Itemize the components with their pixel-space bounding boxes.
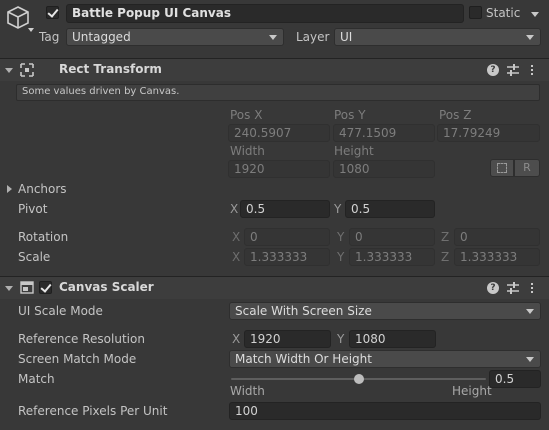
gameobject-cube-icon[interactable] bbox=[5, 4, 35, 34]
layer-dropdown[interactable]: UI bbox=[334, 28, 541, 46]
ui-scale-mode-dropdown[interactable]: Scale With Screen Size bbox=[229, 302, 541, 320]
match-slider-thumb[interactable] bbox=[353, 374, 364, 384]
ref-res-x-field[interactable]: 1920 bbox=[244, 330, 331, 348]
screen-match-mode-label: Screen Match Mode bbox=[18, 352, 137, 366]
anchors-label[interactable]: Anchors bbox=[18, 182, 67, 196]
blueprint-icon bbox=[497, 163, 507, 173]
check-icon bbox=[40, 281, 52, 293]
driven-info-box: Some values driven by Canvas. bbox=[16, 84, 540, 101]
canvas-scaler-header[interactable]: Canvas Scaler ? bbox=[0, 276, 549, 299]
pos-x-field: 240.5907 bbox=[228, 124, 330, 142]
tag-value: Untagged bbox=[72, 30, 131, 44]
width-field: 1920 bbox=[228, 160, 330, 178]
pivot-y-field[interactable]: 0.5 bbox=[345, 200, 435, 218]
tag-label: Tag bbox=[39, 30, 60, 44]
object-name-input[interactable]: Battle Popup UI Canvas bbox=[66, 4, 464, 23]
ref-res-y-field[interactable]: 1080 bbox=[349, 330, 436, 348]
rotation-x-field: 0 bbox=[244, 228, 330, 246]
presets-icon[interactable] bbox=[506, 281, 520, 295]
canvas-scaler-enabled-checkbox[interactable] bbox=[39, 281, 52, 294]
rotation-y-axis: Y bbox=[337, 230, 345, 244]
blueprint-mode-button[interactable] bbox=[490, 159, 514, 177]
chevron-down-icon bbox=[526, 35, 534, 40]
rect-transform-header[interactable]: Rect Transform ? bbox=[0, 58, 549, 81]
pos-y-field: 477.1509 bbox=[333, 124, 435, 142]
pos-x-label: Pos X bbox=[230, 108, 263, 122]
pos-z-field: 17.79249 bbox=[437, 124, 540, 142]
kebab-menu-icon[interactable] bbox=[531, 283, 534, 295]
screen-match-mode-value: Match Width Or Height bbox=[235, 352, 372, 366]
raw-edit-label: R bbox=[523, 161, 531, 174]
rect-transform-icon bbox=[20, 63, 34, 77]
rotation-z-field: 0 bbox=[454, 228, 540, 246]
layer-label: Layer bbox=[296, 30, 330, 44]
anchors-foldout-icon[interactable] bbox=[7, 185, 12, 193]
active-checkbox[interactable] bbox=[46, 6, 59, 19]
check-icon bbox=[47, 6, 59, 18]
rotation-z-axis: Z bbox=[441, 230, 450, 244]
chevron-down-icon bbox=[269, 35, 277, 40]
ref-res-x-axis[interactable]: X bbox=[232, 332, 240, 346]
canvas-scaler-icon bbox=[20, 281, 34, 294]
rotation-x-axis: X bbox=[232, 230, 241, 244]
static-dropdown-icon[interactable] bbox=[531, 12, 539, 17]
pivot-x-axis[interactable]: X bbox=[230, 202, 238, 216]
canvas-scaler-title: Canvas Scaler bbox=[59, 280, 154, 294]
pivot-x-field[interactable]: 0.5 bbox=[240, 200, 330, 218]
height-label: Height bbox=[334, 144, 374, 158]
ref-res-y-axis[interactable]: Y bbox=[337, 332, 344, 346]
rotation-label: Rotation bbox=[18, 230, 69, 244]
raw-edit-button[interactable]: R bbox=[514, 159, 540, 177]
match-value-field[interactable]: 0.5 bbox=[489, 370, 541, 388]
match-label: Match bbox=[18, 372, 55, 386]
help-icon[interactable]: ? bbox=[487, 282, 499, 294]
help-icon[interactable]: ? bbox=[487, 64, 499, 76]
foldout-icon[interactable] bbox=[5, 68, 13, 73]
ui-scale-mode-label: UI Scale Mode bbox=[18, 304, 103, 318]
static-label: Static bbox=[486, 6, 521, 20]
presets-icon[interactable] bbox=[506, 63, 520, 77]
scale-z-axis: Z bbox=[441, 250, 450, 264]
tag-dropdown[interactable]: Untagged bbox=[66, 28, 284, 46]
scale-x-field: 1.333333 bbox=[244, 248, 330, 266]
reference-pixels-per-unit-field[interactable]: 100 bbox=[229, 402, 541, 420]
reference-pixels-per-unit-label: Reference Pixels Per Unit bbox=[18, 404, 168, 418]
foldout-icon[interactable] bbox=[5, 286, 13, 291]
scale-y-axis: Y bbox=[337, 250, 345, 264]
chevron-down-icon bbox=[526, 357, 534, 362]
layer-value: UI bbox=[340, 30, 353, 44]
match-slider[interactable] bbox=[231, 372, 486, 386]
pos-z-label: Pos Z bbox=[439, 108, 472, 122]
ui-scale-mode-value: Scale With Screen Size bbox=[235, 304, 372, 318]
static-checkbox[interactable] bbox=[469, 6, 482, 19]
match-min-label: Width bbox=[230, 384, 265, 398]
reference-resolution-label: Reference Resolution bbox=[18, 332, 145, 346]
scale-x-axis: X bbox=[232, 250, 241, 264]
chevron-down-icon bbox=[526, 309, 534, 314]
scale-z-field: 1.333333 bbox=[454, 248, 540, 266]
driven-info-text: Some values driven by Canvas. bbox=[22, 86, 180, 97]
match-max-label: Height bbox=[452, 384, 492, 398]
screen-match-mode-dropdown[interactable]: Match Width Or Height bbox=[229, 350, 541, 368]
scale-y-field: 1.333333 bbox=[349, 248, 435, 266]
pivot-y-axis[interactable]: Y bbox=[334, 202, 341, 216]
pos-y-label: Pos Y bbox=[334, 108, 366, 122]
rotation-y-field: 0 bbox=[349, 228, 435, 246]
width-label: Width bbox=[230, 144, 265, 158]
kebab-menu-icon[interactable] bbox=[531, 65, 534, 77]
rect-transform-title: Rect Transform bbox=[59, 62, 162, 76]
height-field: 1080 bbox=[333, 160, 435, 178]
scale-label: Scale bbox=[18, 250, 51, 264]
pivot-label: Pivot bbox=[18, 202, 48, 216]
